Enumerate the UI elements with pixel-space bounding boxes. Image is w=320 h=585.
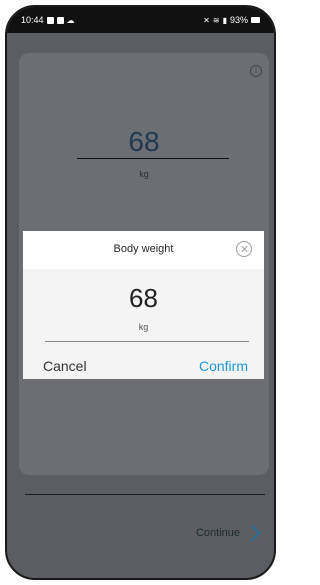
signal-icon: ▮ bbox=[222, 15, 227, 25]
page-divider bbox=[25, 494, 265, 495]
weight-value-display[interactable]: 68 bbox=[19, 126, 269, 158]
chevron-right-icon bbox=[243, 524, 261, 542]
dialog-weight-unit: kg bbox=[138, 322, 149, 332]
wifi-icon: ≋ bbox=[212, 15, 220, 25]
image-icon bbox=[46, 16, 54, 24]
notification-icon bbox=[56, 16, 64, 24]
weight-unit: kg bbox=[139, 169, 149, 179]
mute-icon: ✕ bbox=[203, 15, 210, 25]
dialog-header: Body weight bbox=[23, 231, 264, 269]
info-icon[interactable]: i bbox=[250, 65, 262, 77]
cloud-icon: ☁ bbox=[66, 15, 75, 25]
dialog-input-underline bbox=[45, 341, 249, 342]
battery-percent: 93% bbox=[229, 15, 248, 25]
body-weight-dialog: Body weight 68 kg Cancel Confirm bbox=[23, 231, 264, 379]
weight-underline bbox=[77, 158, 229, 159]
cancel-button[interactable]: Cancel bbox=[43, 358, 87, 374]
confirm-button[interactable]: Confirm bbox=[199, 358, 248, 374]
continue-button[interactable]: Continue bbox=[195, 524, 261, 542]
status-time: 10:44 bbox=[21, 15, 44, 25]
status-bar-left: 10:44 ☁ bbox=[21, 15, 75, 25]
status-bar-right: ✕ ≋ ▮ 93% bbox=[203, 15, 260, 25]
continue-label: Continue bbox=[195, 527, 240, 539]
status-bar: 10:44 ☁ ✕ ≋ ▮ 93% bbox=[7, 7, 274, 33]
phone-frame: 10:44 ☁ ✕ ≋ ▮ 93% i 68 kg Continue Body … bbox=[5, 5, 276, 580]
battery-icon bbox=[251, 17, 260, 23]
dialog-body: 68 kg Cancel Confirm bbox=[23, 269, 264, 379]
dialog-title: Body weight bbox=[113, 243, 174, 255]
close-icon[interactable] bbox=[236, 241, 252, 257]
weight-input[interactable]: 68 bbox=[23, 283, 264, 314]
